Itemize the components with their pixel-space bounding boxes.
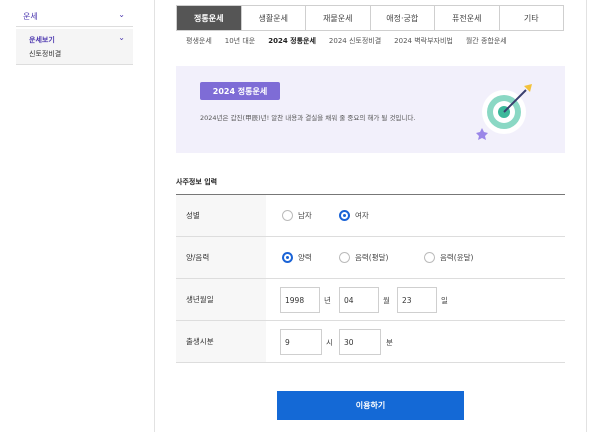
tab-fusion[interactable]: 퓨전운세	[434, 6, 499, 30]
sidebar-submenu: 운세보기 ⌄ 신토정비결	[16, 29, 133, 65]
minute-unit: 분	[386, 338, 393, 347]
sub-tabs: 평생운세 10년 대운 2024 정통운세 2024 신토정비결 2024 벽락…	[186, 36, 507, 46]
tab-love[interactable]: 애정·궁합	[369, 6, 434, 30]
radio-label: 양력	[298, 253, 312, 262]
radio-circle	[339, 210, 350, 221]
subtab-2024-wealth[interactable]: 2024 벽락부자비법	[394, 36, 453, 46]
divider	[586, 0, 587, 432]
sidebar-menu-label: 운세	[23, 12, 38, 21]
year-unit: 년	[324, 296, 331, 305]
birth-hour-input[interactable]: 9	[280, 329, 322, 355]
chevron-down-icon: ⌄	[118, 10, 125, 19]
radio-circle	[282, 210, 293, 221]
radio-label: 남자	[298, 211, 312, 220]
radio-label: 여자	[355, 211, 369, 220]
chevron-down-icon: ⌄	[118, 33, 125, 42]
calendar-label: 양/음력	[176, 237, 266, 278]
hour-unit: 시	[326, 338, 333, 347]
birthtime-label: 출생시분	[176, 321, 266, 362]
subtab-2024-traditional[interactable]: 2024 정통운세	[268, 36, 316, 46]
tab-etc[interactable]: 기타	[498, 6, 563, 30]
radio-female[interactable]: 여자	[339, 210, 369, 221]
radio-lunar-normal[interactable]: 음력(평달)	[339, 252, 388, 263]
birthdate-row: 생년월일 1998 년 04 월 23 일	[176, 279, 565, 321]
radio-circle	[282, 252, 293, 263]
section-title: 사주정보 입력	[176, 178, 218, 186]
gender-row: 성별 남자 여자	[176, 195, 565, 237]
banner-badge: 2024 정통운세	[200, 82, 280, 100]
divider	[154, 0, 155, 432]
subtab-monthly[interactable]: 월간 종합운세	[466, 36, 507, 46]
radio-solar[interactable]: 양력	[282, 252, 312, 263]
subtab-lifetime[interactable]: 평생운세	[186, 36, 212, 46]
radio-lunar-leap[interactable]: 음력(윤달)	[424, 252, 473, 263]
tab-traditional[interactable]: 정통운세	[177, 6, 241, 30]
birthtime-row: 출생시분 9 시 30 분	[176, 321, 565, 363]
subtab-10year[interactable]: 10년 대운	[225, 36, 255, 46]
radio-male[interactable]: 남자	[282, 210, 312, 221]
day-unit: 일	[441, 296, 448, 305]
submit-button[interactable]: 이용하기	[277, 391, 464, 420]
sidebar-item-sintojeongbigyeol[interactable]: 신토정비결	[29, 49, 61, 59]
subtab-2024-sintojeong[interactable]: 2024 신토정비결	[329, 36, 381, 46]
birth-minute-input[interactable]: 30	[339, 329, 381, 355]
saju-form: 성별 남자 여자 양/음력 양력 음력(평달) 음력(윤달) 생년월일 1998…	[176, 194, 565, 363]
radio-label: 음력(윤달)	[440, 253, 474, 262]
category-tabs: 정통운세 생활운세 재물운세 애정·궁합 퓨전운세 기타	[176, 5, 564, 31]
birthdate-label: 생년월일	[176, 279, 266, 320]
birth-day-input[interactable]: 23	[397, 287, 437, 313]
radio-label: 음력(평달)	[355, 253, 389, 262]
target-icon	[476, 84, 532, 140]
sidebar-submenu-label[interactable]: 운세보기	[29, 35, 55, 45]
sidebar-menu-fortune[interactable]: 운세 ⌄	[16, 5, 133, 27]
radio-circle	[424, 252, 435, 263]
fortune-banner: 2024 정통운세 2024년은 갑진(甲辰)년! 알찬 내용과 결실을 채워 …	[176, 66, 565, 153]
sidebar: 운세 ⌄ 운세보기 ⌄ 신토정비결	[0, 0, 133, 432]
radio-circle	[339, 252, 350, 263]
banner-description: 2024년은 갑진(甲辰)년! 알찬 내용과 결실을 채워 줄 중요의 해가 될…	[200, 114, 416, 122]
calendar-row: 양/음력 양력 음력(평달) 음력(윤달)	[176, 237, 565, 279]
tab-wealth[interactable]: 재물운세	[305, 6, 370, 30]
birth-year-input[interactable]: 1998	[280, 287, 320, 313]
tab-life[interactable]: 생활운세	[240, 6, 305, 30]
birth-month-input[interactable]: 04	[339, 287, 379, 313]
gender-label: 성별	[176, 195, 266, 236]
month-unit: 월	[383, 296, 390, 305]
